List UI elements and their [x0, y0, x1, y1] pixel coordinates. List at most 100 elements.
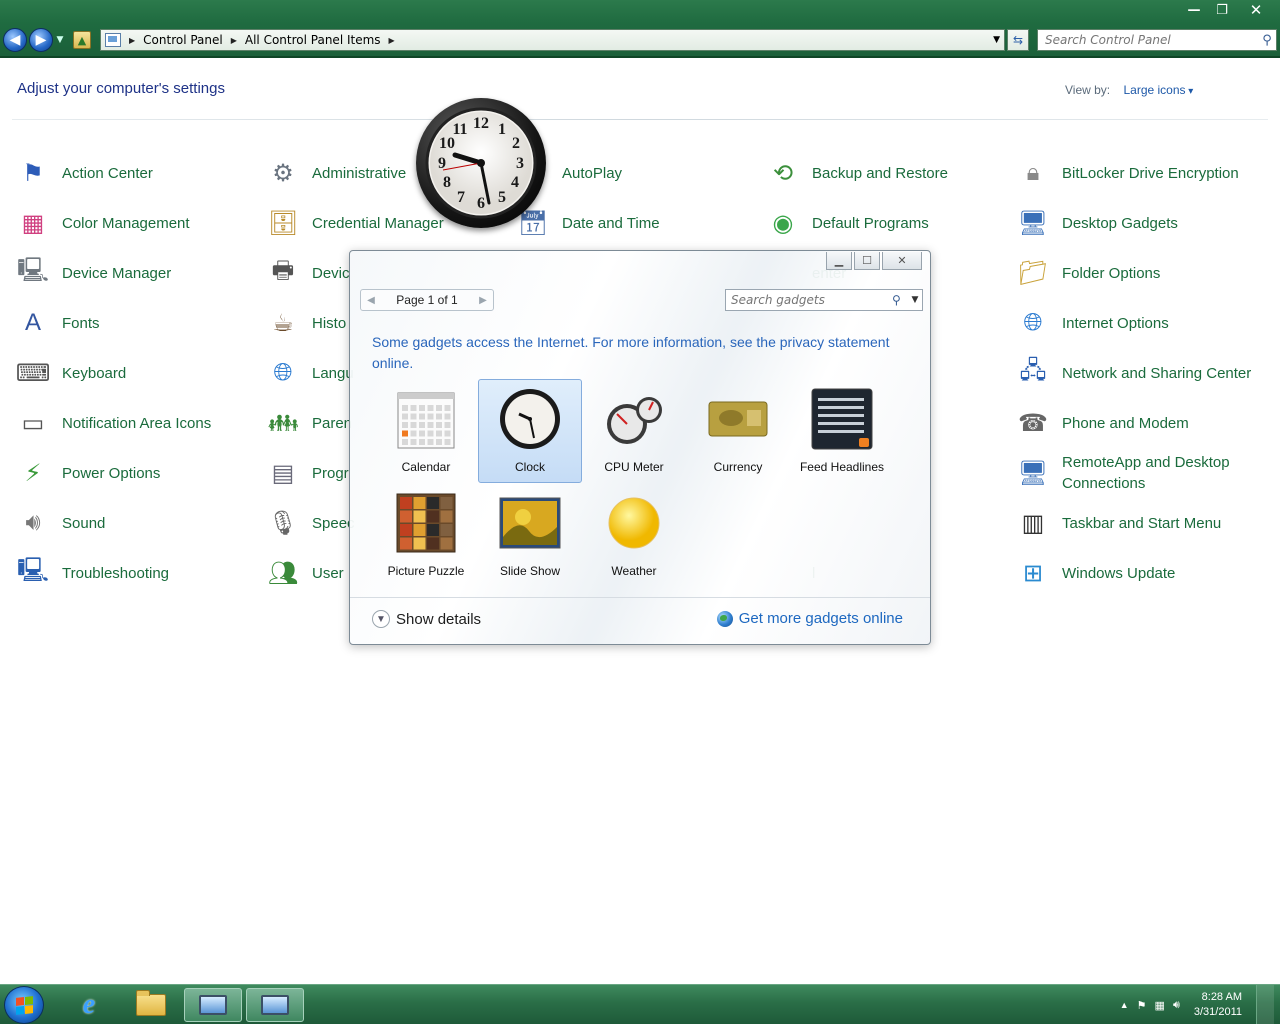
control-panel-item-desktop-gadgets[interactable]: 🖥︎ Desktop Gadgets: [1016, 198, 1266, 248]
next-page-icon[interactable]: ▶: [473, 295, 493, 306]
dialog-close-button[interactable]: ✕: [882, 252, 922, 270]
gadget-search-input[interactable]: [726, 291, 892, 309]
control-panel-item-taskbar-and-start-menu[interactable]: ▥ Taskbar and Start Menu: [1016, 498, 1266, 548]
control-panel-item-internet-options[interactable]: 🌐︎ Internet Options: [1016, 298, 1266, 348]
control-panel-item-backup-and-restore[interactable]: ⟲ Backup and Restore: [766, 148, 1016, 198]
taskbar-gadgets[interactable]: [246, 988, 304, 1022]
breadcrumb-separator-icon[interactable]: ▶: [231, 36, 237, 45]
back-button[interactable]: ◀: [3, 28, 27, 52]
gadget-label: Picture Puzzle: [387, 564, 465, 578]
recent-pages-dropdown[interactable]: ▼: [55, 35, 65, 45]
credential-manager-icon: 🗄︎: [267, 209, 299, 237]
dialog-maximize-button[interactable]: ☐: [854, 252, 880, 270]
close-button[interactable]: ✕: [1236, 0, 1276, 20]
internet-options-icon: 🌐︎: [1023, 309, 1043, 336]
control-panel-item-label: Progr: [312, 464, 349, 482]
gadget-slide-show[interactable]: Slide Show: [478, 483, 582, 587]
address-dropdown-icon[interactable]: ▼: [993, 35, 1000, 45]
search-input[interactable]: [1038, 31, 1258, 49]
network-icon[interactable]: ▦: [1155, 999, 1165, 1012]
breadcrumb-all-items[interactable]: All Control Panel Items: [245, 33, 381, 47]
gadget-weather[interactable]: Weather: [582, 483, 686, 587]
programs-icon: ▤: [271, 459, 295, 487]
taskbar-control-panel[interactable]: [184, 988, 242, 1022]
get-more-gadgets-link[interactable]: Get more gadgets online: [716, 610, 903, 627]
taskbar-windows-explorer[interactable]: [122, 988, 180, 1022]
cpu-meter-icon: [603, 388, 665, 450]
volume-icon[interactable]: 🔊︎: [1173, 999, 1180, 1012]
clock-icon: [499, 388, 561, 450]
control-panel-item-sound[interactable]: 🔊︎ Sound: [16, 498, 266, 548]
show-hidden-icons[interactable]: ▲: [1120, 1000, 1129, 1010]
control-panel-item-folder-options[interactable]: 📁︎ Folder Options: [1016, 248, 1266, 298]
control-panel-item-date-and-time[interactable]: 📅︎ Date and Time: [516, 198, 766, 248]
dialog-minimize-button[interactable]: ▁: [826, 252, 852, 270]
search-dropdown-icon[interactable]: ▼: [908, 295, 922, 305]
forward-button[interactable]: ▶: [29, 28, 53, 52]
breadcrumb-separator-icon[interactable]: ▶: [389, 36, 395, 45]
taskbar-internet-explorer[interactable]: e: [60, 988, 118, 1022]
control-panel-item-network-and-sharing-center[interactable]: 🖧 Network and Sharing Center: [1016, 348, 1266, 398]
control-panel-item-remoteapp-and-desktop-connections[interactable]: 🖥︎ RemoteApp and Desktop Connections: [1016, 448, 1266, 498]
control-panel-item-label: Windows Update: [1062, 564, 1176, 582]
control-panel-item-troubleshooting[interactable]: 🖳 Troubleshooting: [16, 548, 266, 598]
control-panel-item-label: AutoPlay: [562, 164, 623, 182]
view-by-dropdown[interactable]: Large icons: [1123, 83, 1193, 97]
show-details-label: Show details: [396, 610, 482, 628]
control-panel-item-autoplay[interactable]: ▶AutoPlay: [516, 148, 766, 198]
clock-gadget[interactable]: 12 1 2 345 678 9 10 11: [416, 98, 546, 228]
control-panel-item-label: Power Options: [62, 464, 161, 482]
gadget-cpu-meter[interactable]: CPU Meter: [582, 379, 686, 483]
control-panel-item-label: Fonts: [62, 314, 100, 332]
minimize-button[interactable]: —: [1180, 0, 1208, 20]
previous-page-icon[interactable]: ◀: [361, 295, 381, 306]
control-panel-item-windows-update[interactable]: ⊞ Windows Update: [1016, 548, 1266, 598]
gadget-feed-headlines[interactable]: Feed Headlines: [790, 379, 894, 483]
search-icon[interactable]: ⚲: [892, 293, 908, 307]
internet-notice-link[interactable]: Some gadgets access the Internet. For mo…: [372, 332, 892, 374]
control-panel-item-label: Histo: [312, 314, 347, 332]
search-icon[interactable]: ⚲: [1258, 33, 1276, 48]
control-panel-item-action-center[interactable]: ⚑ Action Center: [16, 148, 266, 198]
control-panel-item-label: Color Management: [62, 214, 190, 232]
show-desktop-button[interactable]: [1256, 985, 1274, 1024]
gadget-grid: Calendar Clock CPU Meter Currency Feed Headl…: [374, 379, 904, 587]
control-panel-item-device-manager[interactable]: 🖳 Device Manager: [16, 248, 266, 298]
desktop-gadgets-icon: 🖥︎: [1017, 209, 1049, 237]
gadget-clock[interactable]: Clock: [478, 379, 582, 483]
gadget-currency[interactable]: Currency: [686, 379, 790, 483]
picture-puzzle-icon: [395, 492, 457, 554]
system-tray: ▲ ⚑ ▦ 🔊︎ 8:28 AM 3/31/2011: [1120, 985, 1280, 1024]
control-panel-item-color-management[interactable]: ▦ Color Management: [16, 198, 266, 248]
control-panel-item-label: Desktop Gadgets: [1062, 214, 1178, 232]
address-bar[interactable]: ▶ Control Panel ▶ All Control Panel Item…: [100, 29, 1005, 51]
up-folder-icon[interactable]: ▲: [73, 31, 91, 49]
breadcrumb-control-panel[interactable]: Control Panel: [143, 33, 223, 47]
control-panel-item-power-options[interactable]: ⚡︎ Power Options: [16, 448, 266, 498]
get-more-gadgets-label: Get more gadgets online: [738, 610, 903, 627]
control-panel-item-notification-area-icons[interactable]: ▭ Notification Area Icons: [16, 398, 266, 448]
title-bar: — ❐ ✕ ◀ ▶ ▼ ▲ ▶ Control Panel ▶ All Cont…: [0, 0, 1280, 58]
control-panel-item-label: Administrative: [312, 164, 407, 182]
chevron-down-icon: ▼: [372, 610, 390, 628]
breadcrumb-separator-icon[interactable]: ▶: [129, 36, 135, 45]
refresh-button[interactable]: ⇆: [1007, 29, 1029, 51]
svg-text:12: 12: [473, 115, 489, 132]
clock[interactable]: 8:28 AM 3/31/2011: [1194, 990, 1242, 1020]
start-button[interactable]: [4, 986, 44, 1024]
action-center-flag-icon[interactable]: ⚑: [1137, 999, 1147, 1012]
control-panel-item-fonts[interactable]: A Fonts: [16, 298, 266, 348]
windows-logo-icon: [15, 995, 33, 1015]
gadget-picture-puzzle[interactable]: Picture Puzzle: [374, 483, 478, 587]
page-indicator: Page 1 of 1: [396, 293, 458, 307]
gadget-calendar[interactable]: Calendar: [374, 379, 478, 483]
control-panel-item-label: User: [312, 564, 344, 582]
control-panel-item-label: Sound: [62, 514, 106, 532]
control-panel-item-keyboard[interactable]: ⌨ Keyboard: [16, 348, 266, 398]
show-details-button[interactable]: ▼ Show details: [372, 610, 481, 628]
control-panel-item-bitlocker-drive-encryption[interactable]: 🔒︎ BitLocker Drive Encryption: [1016, 148, 1266, 198]
control-panel-item-default-programs[interactable]: ◉ Default Programs: [766, 198, 1016, 248]
control-panel-item-label: Folder Options: [1062, 264, 1161, 282]
restore-button[interactable]: ❐: [1208, 0, 1236, 20]
control-panel-item-phone-and-modem[interactable]: ☎ Phone and Modem: [1016, 398, 1266, 448]
